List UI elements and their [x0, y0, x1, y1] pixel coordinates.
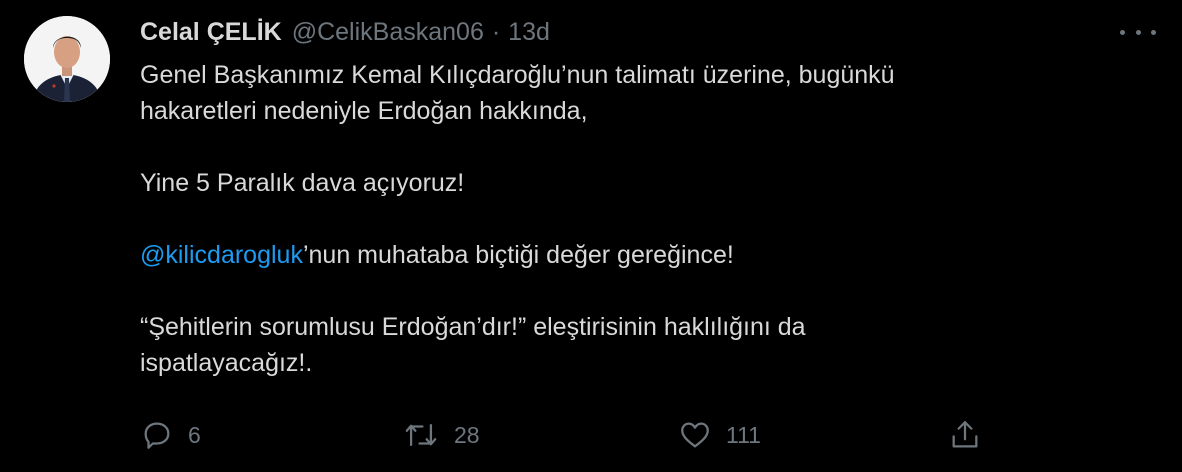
action-bar: 6 28 111: [140, 415, 1000, 455]
mention-link[interactable]: @kilicdarogluk: [140, 241, 303, 269]
user-handle[interactable]: @CelikBaskan06: [292, 18, 484, 47]
more-icon[interactable]: [1120, 18, 1156, 46]
tweet-line: Genel Başkanımız Kemal Kılıçdaroğlu’nun …: [140, 61, 895, 89]
tweet-line: “Şehitlerin sorumlusu Erdoğan’dır!” eleş…: [140, 313, 806, 341]
like-button[interactable]: 111: [678, 415, 761, 455]
tweet-text: Genel Başkanımız Kemal Kılıçdaroğlu’nun …: [140, 57, 1140, 381]
reply-count: 6: [188, 421, 201, 448]
avatar[interactable]: [24, 16, 110, 102]
reply-icon: [144, 422, 170, 449]
display-name[interactable]: Celal ÇELİK: [140, 18, 282, 47]
tweet-header: Celal ÇELİK @CelikBaskan06 · 13d: [140, 16, 550, 48]
share-button[interactable]: [948, 415, 982, 455]
separator: ·: [491, 17, 501, 46]
retweet-button[interactable]: 28: [402, 415, 480, 455]
like-count: 111: [726, 421, 761, 448]
like-icon: [681, 422, 709, 448]
tweet-line: ispatlayacağız!.: [140, 349, 313, 377]
share-icon: [952, 421, 978, 448]
tweet-line-text: ’nun muhataba biçtiği değer gereğince!: [302, 241, 734, 269]
timestamp[interactable]: 13d: [508, 18, 550, 47]
retweet-icon: [405, 423, 437, 447]
reply-button[interactable]: 6: [140, 415, 201, 455]
tweet-line: hakaretleri nedeniyle Erdoğan hakkında,: [140, 97, 588, 125]
tweet-line: Yine 5 Paralık dava açıyoruz!: [140, 169, 465, 197]
retweet-count: 28: [454, 421, 480, 448]
tweet[interactable]: Celal ÇELİK @CelikBaskan06 · 13d Genel B…: [0, 0, 1182, 472]
tweet-line: @kilicdarogluk’nun muhataba biçtiği değe…: [140, 237, 1140, 273]
